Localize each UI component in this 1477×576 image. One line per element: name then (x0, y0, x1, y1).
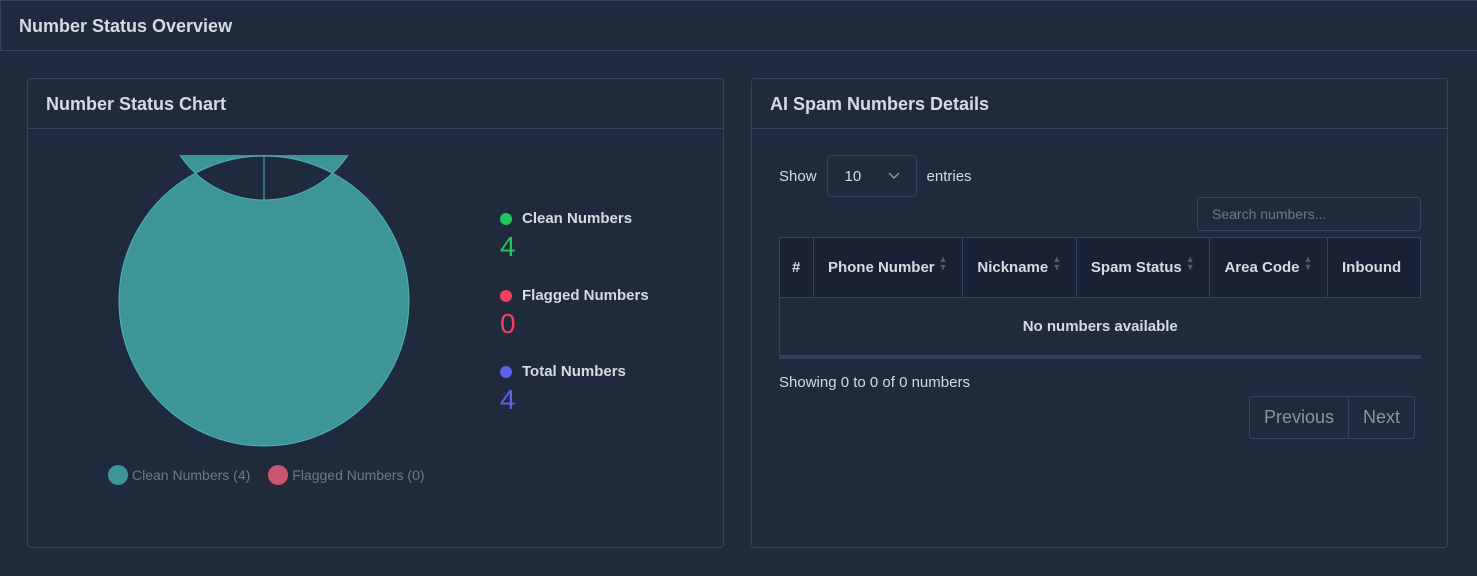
sort-icon: ▲ ▼ (1185, 254, 1195, 272)
entries-label: entries (926, 167, 972, 185)
pagination: Previous Next (1249, 396, 1416, 439)
column-header-area-code[interactable]: Area Code ▲ ▼ (1209, 237, 1329, 298)
stat-clean-label: Clean Numbers (522, 210, 633, 227)
chart-legend: Clean Numbers (4) Flagged Numbers (0) (108, 465, 443, 485)
clean-dot-icon (500, 212, 512, 225)
legend-label-flagged: Flagged Numbers (0) (292, 467, 425, 483)
stat-clean: Clean Numbers 4 (500, 210, 632, 263)
table-info: Showing 0 to 0 of 0 numbers (779, 374, 970, 391)
empty-table-message: No numbers available (1022, 318, 1178, 336)
column-header-inbound[interactable]: Inbound (1327, 237, 1421, 298)
details-card-header: AI Spam Numbers Details (752, 79, 1447, 129)
entries-select-value: 10 (844, 167, 862, 185)
chevron-down-icon (888, 172, 900, 180)
stat-flagged-label: Flagged Numbers (522, 287, 649, 304)
page-header: Number Status Overview (0, 0, 1477, 51)
number-status-chart-card: Number Status Chart Clean Numbers (4) Fl… (27, 0, 724, 548)
sort-icon: ▲ ▼ (1303, 254, 1313, 272)
column-header-spam-status[interactable]: Spam Status ▲ ▼ (1076, 237, 1211, 298)
stat-clean-value: 4 (500, 231, 516, 262)
numbers-table: # Phone Number ▲ ▼ Nickname ▲ ▼ Spam Status ▲… (780, 237, 1421, 356)
search-input[interactable] (1197, 197, 1421, 231)
page-title: Number Status Overview (19, 16, 233, 36)
table-header-row: # Phone Number ▲ ▼ Nickname ▲ ▼ Spam Status ▲… (780, 237, 1421, 298)
flagged-dot-icon (500, 289, 512, 302)
total-dot-icon (500, 365, 512, 378)
sort-icon: ▲ ▼ (938, 254, 948, 272)
legend-item-flagged[interactable]: Flagged Numbers (0) (268, 465, 425, 485)
legend-label-clean: Clean Numbers (4) (132, 467, 251, 483)
chart-card-header: Number Status Chart (28, 79, 723, 129)
donut-svg (118, 0, 410, 447)
entries-length-control: Show 10 entries (779, 155, 972, 197)
donut-chart[interactable] (118, 0, 410, 447)
numbers-table-container[interactable]: # Phone Number ▲ ▼ Nickname ▲ ▼ Spam Status ▲… (779, 237, 1421, 359)
chart-card-title: Number Status Chart (46, 94, 227, 114)
stat-flagged-value: 0 (500, 308, 516, 339)
stat-total-value: 4 (500, 384, 516, 415)
legend-swatch-flagged (268, 465, 289, 485)
column-header-nickname[interactable]: Nickname ▲ ▼ (962, 237, 1077, 298)
show-label: Show (779, 167, 817, 185)
stat-total: Total Numbers 4 (500, 363, 626, 416)
legend-item-clean[interactable]: Clean Numbers (4) (108, 465, 250, 485)
stat-flagged: Flagged Numbers 0 (500, 287, 649, 340)
details-card-title: AI Spam Numbers Details (770, 94, 990, 114)
entries-select[interactable]: 10 (826, 155, 917, 197)
column-header-index[interactable]: # (780, 237, 814, 298)
stat-total-label: Total Numbers (522, 363, 626, 380)
column-header-phone-number[interactable]: Phone Number ▲ ▼ (813, 237, 964, 298)
next-button[interactable]: Next (1348, 397, 1414, 438)
sort-icon: ▲ ▼ (1052, 254, 1062, 272)
previous-button[interactable]: Previous (1250, 397, 1348, 438)
legend-swatch-clean (108, 465, 128, 485)
table-row: No numbers available (780, 298, 1421, 356)
spam-details-card: AI Spam Numbers Details Show 10 entries … (751, 78, 1448, 548)
